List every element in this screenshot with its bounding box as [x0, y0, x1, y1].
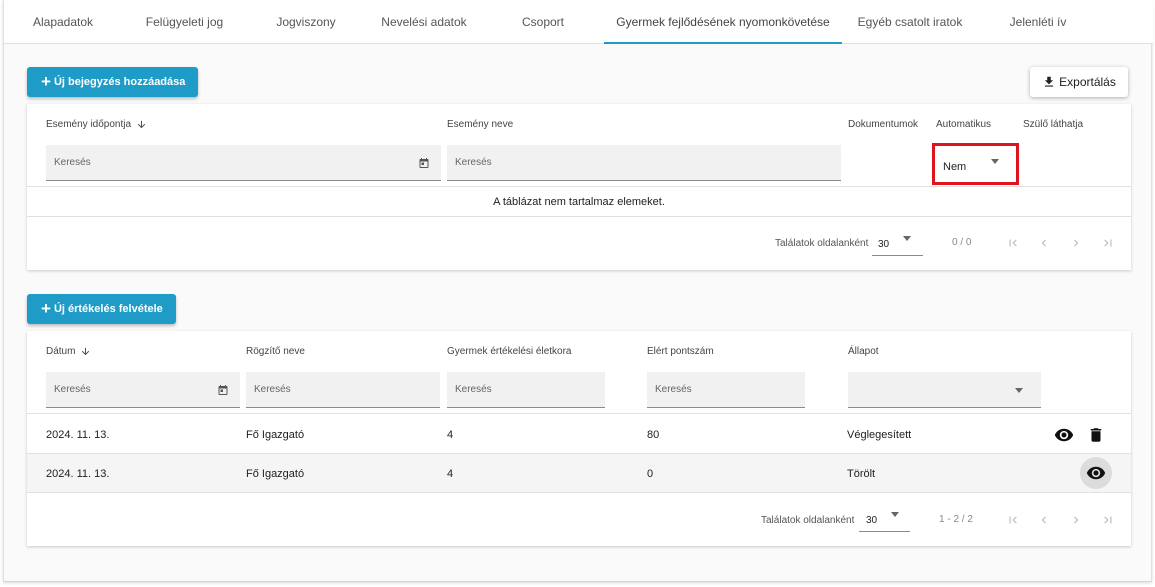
- event-date-filter[interactable]: Keresés: [46, 145, 441, 181]
- status-filter-select[interactable]: [848, 372, 1041, 408]
- row-score: 0: [647, 468, 654, 480]
- chevron-down-icon: [1015, 388, 1023, 393]
- tab-gyermek-fejlodes[interactable]: Gyermek fejlődésének nyomonkövetése: [604, 0, 842, 44]
- table-row[interactable]: 2024. 11. 13. Fő Igazgató 4 80 Véglegesí…: [27, 414, 1131, 453]
- row-date: 2024. 11. 13.: [46, 468, 110, 480]
- row-recorder: Fő Igazgató: [246, 468, 305, 480]
- event-date-filter-placeholder: Keresés: [54, 157, 91, 168]
- tab-alapadatok[interactable]: Alapadatok: [26, 0, 100, 44]
- column-header-age[interactable]: Gyermek értékelési életkora: [447, 346, 572, 357]
- plus-icon: +: [41, 298, 51, 318]
- divider: [27, 492, 1131, 493]
- last-page-button[interactable]: [1098, 510, 1118, 530]
- highlight-box: [932, 143, 1019, 185]
- date-filter-placeholder: Keresés: [54, 384, 91, 395]
- calendar-icon[interactable]: [217, 384, 229, 396]
- arrow-down-icon: [137, 120, 146, 129]
- first-page-button[interactable]: [1003, 510, 1023, 530]
- divider: [27, 216, 1131, 217]
- page-size-label: Találatok oldalanként: [761, 515, 855, 526]
- tab-egyeb-csatolt-iratok[interactable]: Egyéb csatolt iratok: [854, 0, 966, 44]
- column-header-event-name[interactable]: Esemény neve: [447, 119, 513, 130]
- next-page-button[interactable]: [1066, 510, 1086, 530]
- first-page-icon: [1009, 239, 1017, 247]
- event-date-header-label: Esemény időpontja: [46, 119, 132, 130]
- page-range: 1 - 2 / 2: [939, 514, 973, 525]
- last-page-icon: [1104, 516, 1112, 524]
- score-filter[interactable]: Keresés: [647, 372, 805, 408]
- arrow-down-icon: [82, 347, 90, 356]
- row-status: Törölt: [847, 468, 876, 480]
- chevron-down-icon: [891, 512, 899, 517]
- row-recorder: Fő Igazgató: [246, 429, 305, 441]
- score-filter-placeholder: Keresés: [655, 384, 692, 395]
- chevron-right-icon: [1074, 239, 1079, 247]
- export-label: Exportálás: [1059, 75, 1116, 89]
- tab-jogviszony[interactable]: Jogviszony: [266, 0, 346, 44]
- first-page-icon: [1009, 516, 1017, 524]
- eye-icon: [1054, 428, 1074, 442]
- view-button[interactable]: [1080, 457, 1112, 489]
- last-page-icon: [1104, 239, 1112, 247]
- row-age: 4: [447, 429, 454, 441]
- last-page-button[interactable]: [1098, 233, 1118, 253]
- column-header-recorder[interactable]: Rögzítő neve: [246, 346, 305, 357]
- recorder-filter[interactable]: Keresés: [246, 372, 440, 408]
- row-score: 80: [647, 429, 660, 441]
- add-evaluation-label: Új értékelés felvétele: [53, 303, 163, 315]
- chevron-left-icon: [1041, 516, 1046, 524]
- age-filter-placeholder: Keresés: [455, 384, 492, 395]
- page-size-select[interactable]: 30: [872, 222, 923, 256]
- prev-page-button[interactable]: [1034, 233, 1054, 253]
- calendar-icon[interactable]: [418, 157, 430, 169]
- tab-csoport[interactable]: Csoport: [512, 0, 574, 44]
- page-size-value: 30: [878, 239, 890, 250]
- delete-button[interactable]: [1084, 423, 1108, 447]
- row-status: Véglegesített: [847, 429, 912, 441]
- add-evaluation-button[interactable]: + Új értékelés felvétele: [27, 294, 176, 324]
- evaluations-table-card: Dátum Rögzítő neve Gyermek értékelési él…: [27, 331, 1131, 546]
- column-header-score[interactable]: Elért pontszám: [647, 346, 714, 357]
- row-date: 2024. 11. 13.: [46, 429, 110, 441]
- row-age: 4: [447, 468, 454, 480]
- chevron-left-icon: [1041, 239, 1046, 247]
- tab-jelenleti-iv[interactable]: Jelenléti ív: [997, 0, 1079, 44]
- tab-felugyeleti-jog[interactable]: Felügyeleti jog: [137, 0, 232, 44]
- column-header-event-date[interactable]: Esemény időpontja: [46, 119, 147, 130]
- eye-icon: [1086, 466, 1106, 480]
- add-event-label: Új bejegyzés hozzáadása: [53, 76, 186, 88]
- page-range: 0 / 0: [952, 237, 972, 248]
- plus-icon: +: [41, 71, 51, 91]
- date-filter[interactable]: Keresés: [46, 372, 240, 408]
- chevron-down-icon: [903, 236, 911, 241]
- next-page-button[interactable]: [1066, 233, 1086, 253]
- page-size-value: 30: [866, 515, 878, 526]
- date-header-label: Dátum: [46, 346, 76, 357]
- trash-icon: [1090, 428, 1102, 442]
- column-header-documents: Dokumentumok: [848, 119, 919, 130]
- divider: [27, 186, 1131, 187]
- events-table-card: Esemény időpontja Esemény neve Dokumentu…: [27, 104, 1131, 270]
- event-name-filter[interactable]: Keresés: [447, 145, 841, 181]
- event-name-filter-placeholder: Keresés: [455, 157, 492, 168]
- chevron-right-icon: [1074, 516, 1079, 524]
- column-header-date[interactable]: Dátum: [46, 346, 91, 357]
- recorder-filter-placeholder: Keresés: [254, 384, 291, 395]
- export-button[interactable]: Exportálás: [1030, 67, 1128, 97]
- age-filter[interactable]: Keresés: [447, 372, 605, 408]
- view-button[interactable]: [1052, 423, 1076, 447]
- column-header-automatic: Automatikus: [936, 119, 992, 130]
- column-header-parent-visible: Szülő láthatja: [1023, 119, 1084, 130]
- page-size-label: Találatok oldalanként: [775, 238, 869, 249]
- add-event-button[interactable]: + Új bejegyzés hozzáadása: [27, 67, 199, 97]
- first-page-button[interactable]: [1003, 233, 1023, 253]
- prev-page-button[interactable]: [1034, 510, 1054, 530]
- tab-bar: Alapadatok Felügyeleti jog Jogviszony Ne…: [4, 0, 1153, 44]
- column-header-status[interactable]: Állapot: [848, 346, 879, 357]
- page-size-select[interactable]: 30: [859, 498, 910, 532]
- empty-table-message: A táblázat nem tartalmaz elemeket.: [493, 196, 665, 208]
- table-row[interactable]: 2024. 11. 13. Fő Igazgató 4 0 Törölt: [27, 454, 1131, 492]
- download-icon: [1045, 76, 1054, 87]
- tab-nevelesi-adatok[interactable]: Nevelési adatok: [374, 0, 474, 44]
